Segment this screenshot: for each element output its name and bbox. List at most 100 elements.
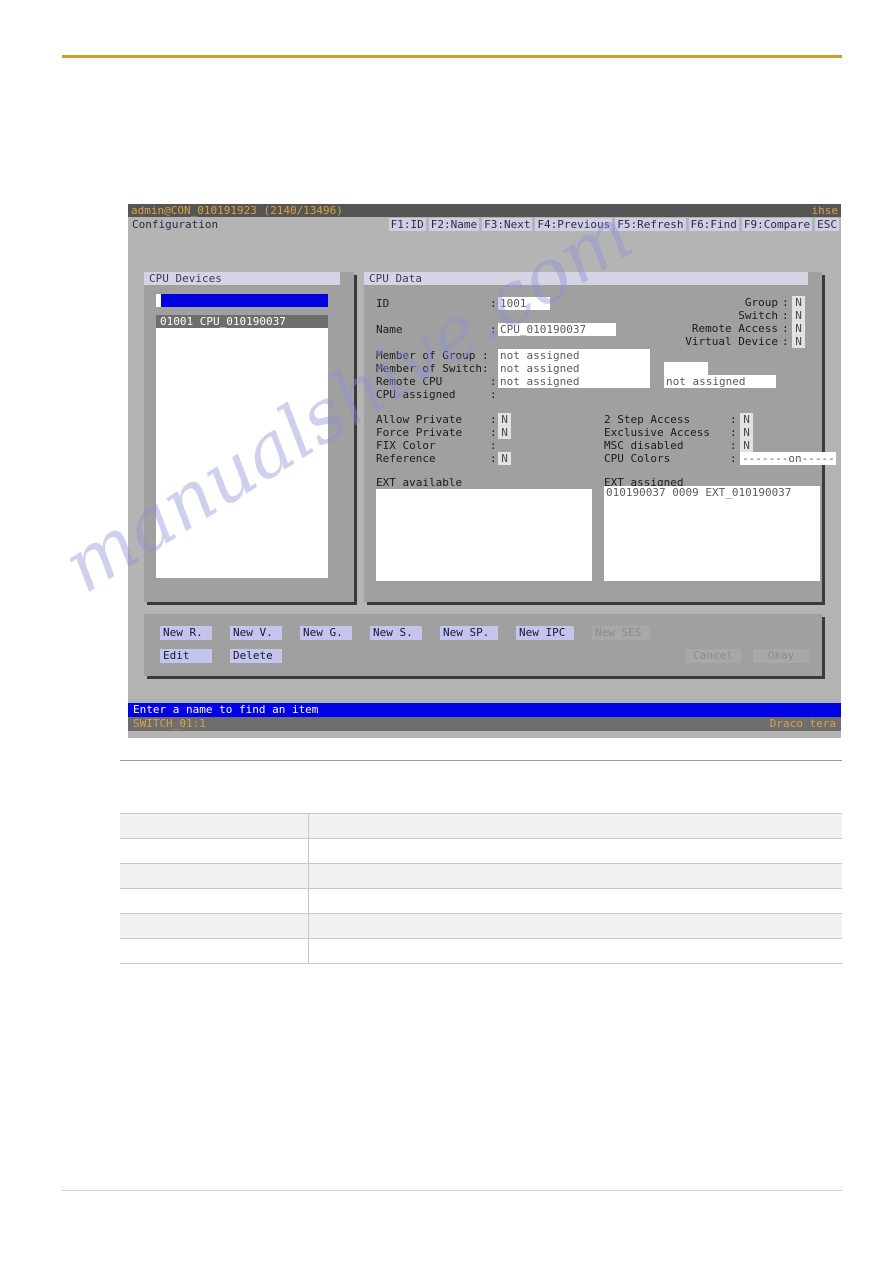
cancel-button: Cancel — [685, 649, 741, 663]
remote-cpu-label: Remote CPU — [376, 375, 443, 388]
name-field[interactable]: CPU_010190037 — [498, 323, 616, 336]
name-colon: : — [490, 323, 497, 336]
page-bottom-rule — [62, 1190, 842, 1191]
table-cell — [308, 863, 842, 889]
menu-key-f3-next[interactable]: F3:Next — [482, 218, 533, 231]
reference-flag[interactable]: N — [498, 452, 511, 465]
group-label: Group — [744, 296, 778, 309]
new-ipc-button[interactable]: New IPC — [516, 626, 574, 640]
menu-key-f4-previous[interactable]: F4:Previous — [535, 218, 613, 231]
member-of-switch-label: Member of Switch: — [376, 362, 489, 375]
remote-access-flag[interactable]: N — [792, 322, 805, 335]
allow-private-label: Allow Private — [376, 413, 463, 426]
exclusive-access-colon: : — [730, 426, 737, 439]
menu-key-f9-compare[interactable]: F9:Compare — [741, 218, 813, 231]
table-row — [120, 913, 842, 939]
edit-button[interactable]: Edit — [160, 649, 212, 663]
action-button-panel: New R. New V. New G. New S. New SP. New … — [144, 614, 822, 676]
id-field[interactable]: 1001 — [498, 297, 550, 310]
cpu-data-panel-title: CPU Data — [364, 272, 808, 285]
cpu-assigned-colon: : — [490, 388, 497, 401]
remote-access-colon: : — [782, 322, 789, 335]
footer-product-label: Draco tera — [769, 717, 836, 730]
allow-private-flag[interactable]: N — [498, 413, 511, 426]
force-private-label: Force Private — [376, 426, 463, 439]
device-list[interactable]: 01001 CPU_010190037 — [156, 315, 328, 578]
vendor-logo-text: ihse — [811, 204, 839, 217]
new-g-button[interactable]: New G. — [300, 626, 352, 640]
ext-available-label: EXT available — [376, 476, 463, 489]
allow-private-colon: : — [490, 413, 497, 426]
member-of-group-label: Member of Group : — [376, 349, 489, 362]
new-ses-button: New SES — [592, 626, 650, 640]
table-cell — [308, 888, 842, 914]
virtual-device-flag[interactable]: N — [792, 335, 805, 348]
new-r-button[interactable]: New R. — [160, 626, 212, 640]
group-flag[interactable]: N — [792, 296, 805, 309]
menu-key-esc[interactable]: ESC — [815, 218, 839, 231]
cpu-assigned-label: CPU assigned — [376, 388, 456, 401]
new-s-button[interactable]: New S. — [370, 626, 422, 640]
table-cell — [120, 938, 309, 964]
function-key-group: F1:ID F2:Name F3:Next F4:Previous F5:Ref… — [388, 218, 839, 231]
cpu-colors-label: CPU Colors — [604, 452, 671, 465]
switch-flag[interactable]: N — [792, 309, 805, 322]
side-empty-field[interactable] — [664, 362, 708, 375]
device-search-input[interactable] — [156, 294, 328, 307]
msc-disabled-label: MSC disabled — [604, 439, 684, 452]
list-item[interactable]: 01001 CPU_010190037 — [156, 315, 328, 328]
specification-table — [120, 760, 842, 964]
exclusive-access-flag[interactable]: N — [740, 426, 753, 439]
group-colon: : — [782, 296, 789, 309]
new-sp-button[interactable]: New SP. — [440, 626, 498, 640]
msc-disabled-flag[interactable]: N — [740, 439, 753, 452]
exclusive-access-label: Exclusive Access — [604, 426, 710, 439]
remote-cpu-colon: : — [490, 375, 497, 388]
two-step-access-label: 2 Step Access — [604, 413, 691, 426]
cpu-devices-panel-title: CPU Devices — [144, 272, 340, 285]
menu-key-f2-name[interactable]: F2:Name — [428, 218, 480, 231]
footer-switch-label: SWITCH_01:1 — [133, 717, 206, 730]
reference-label: Reference — [376, 452, 436, 465]
fix-color-label: FIX Color — [376, 439, 436, 452]
table-cell — [308, 938, 842, 964]
table-cell — [120, 838, 309, 864]
kvm-config-window: admin@CON_010191923 (2140/13496) ihse Co… — [128, 204, 841, 738]
remote-access-label: Remote Access — [691, 322, 778, 335]
status-bar: Enter a name to find an item — [128, 703, 841, 717]
side-not-assigned-field[interactable]: not assigned — [664, 375, 776, 388]
menu-section-title: Configuration — [132, 218, 219, 231]
cpu-colors-colon: : — [730, 452, 737, 465]
id-label: ID — [376, 297, 390, 310]
switch-label: Switch — [738, 309, 778, 322]
cpu-colors-field[interactable]: -------on------ — [740, 452, 836, 465]
cpu-devices-panel: CPU Devices 01001 CPU_010190037 — [144, 272, 354, 602]
fix-color-colon: : — [490, 439, 497, 452]
menu-bar: Configuration F1:ID F2:Name F3:Next F4:P… — [128, 217, 841, 232]
force-private-flag[interactable]: N — [498, 426, 511, 439]
name-label: Name — [376, 323, 403, 336]
table-row — [120, 888, 842, 914]
menu-key-f6-find[interactable]: F6:Find — [688, 218, 739, 231]
okay-button: Okay — [753, 649, 809, 663]
ext-available-list[interactable] — [376, 489, 592, 581]
table-cell — [120, 813, 309, 839]
delete-button[interactable]: Delete — [230, 649, 282, 663]
window-title-text: admin@CON_010191923 (2140/13496) — [131, 204, 343, 217]
new-v-button[interactable]: New V. — [230, 626, 282, 640]
list-item[interactable]: 010190037 0009 EXT_010190037 — [606, 486, 820, 499]
member-of-group-field[interactable]: not assigned — [498, 349, 650, 362]
remote-cpu-field[interactable]: not assigned — [498, 375, 650, 388]
two-step-access-flag[interactable]: N — [740, 413, 753, 426]
virtual-device-label: Virtual Device — [685, 335, 778, 348]
table-row — [120, 838, 842, 864]
two-step-access-colon: : — [730, 413, 737, 426]
menu-key-f5-refresh[interactable]: F5:Refresh — [615, 218, 686, 231]
menu-key-f1-id[interactable]: F1:ID — [388, 218, 426, 231]
footer-bar: SWITCH_01:1 Draco tera — [128, 717, 841, 731]
virtual-device-colon: : — [782, 335, 789, 348]
member-of-switch-field[interactable]: not assigned — [498, 362, 650, 375]
table-cell — [120, 888, 309, 914]
table-row — [120, 813, 842, 839]
ext-assigned-list[interactable]: 010190037 0009 EXT_010190037 — [604, 486, 820, 581]
